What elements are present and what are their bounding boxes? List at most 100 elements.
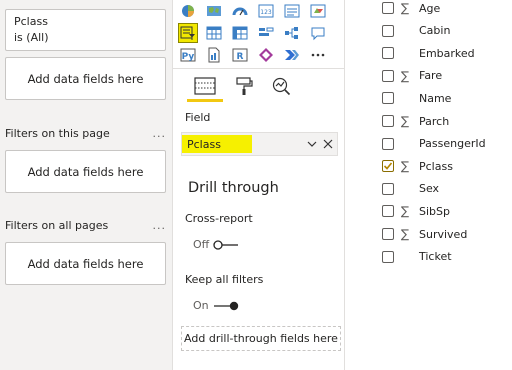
drill-through-title: Drill through [188, 180, 279, 196]
field-name: SibSp [419, 204, 450, 218]
report-filter-drop-zone[interactable]: Add data fields here [5, 242, 166, 285]
drop-zone-label: Add data fields here [27, 256, 144, 271]
pie-chart-icon[interactable] [179, 2, 197, 20]
chevron-down-icon[interactable] [305, 137, 319, 151]
field-name: Cabin [419, 24, 451, 38]
sigma-icon: ∑ [401, 159, 410, 174]
r-visual-icon[interactable]: R [231, 46, 249, 64]
field-checkbox[interactable] [382, 182, 394, 195]
matrix-icon[interactable] [231, 24, 249, 42]
field-row-survived[interactable]: ∑ Survived [345, 223, 512, 245]
sigma-icon: ∑ [401, 68, 410, 83]
field-label: Field [185, 111, 211, 124]
field-checkbox[interactable] [382, 47, 394, 60]
field-name: PassengerId [419, 137, 486, 151]
field-row-embarked[interactable]: Embarked [345, 42, 512, 64]
field-checkbox[interactable] [382, 137, 394, 150]
more-options-icon[interactable]: ... [153, 127, 167, 140]
field-checkbox[interactable] [382, 24, 394, 37]
python-visual-icon[interactable]: Py [179, 46, 197, 64]
table-icon[interactable] [205, 24, 223, 42]
field-checkbox[interactable] [382, 205, 394, 218]
field-checkbox[interactable] [382, 250, 394, 263]
kpi-icon[interactable] [309, 2, 327, 20]
field-row-pclass[interactable]: ∑ Pclass [345, 155, 512, 177]
page-filter-drop-zone[interactable]: Add data fields here [5, 150, 166, 193]
cross-report-label: Cross-report [185, 212, 253, 225]
toggle-state: Off [193, 238, 210, 251]
drop-zone-label: Add data fields here [27, 164, 144, 179]
analytics-tool-icon[interactable] [268, 74, 294, 98]
card-icon[interactable]: 123 [257, 2, 275, 20]
slicer-icon[interactable] [178, 23, 198, 43]
field-row-ticket[interactable]: Ticket [345, 246, 512, 268]
field-row-cabin[interactable]: Cabin [345, 20, 512, 42]
sigma-icon: ∑ [401, 114, 410, 128]
field-checkbox[interactable] [382, 228, 394, 240]
field-row-parch[interactable]: ∑ Parch [345, 110, 512, 132]
field-name: Embarked [419, 46, 475, 60]
drop-zone-label: Add drill-through fields here [184, 332, 338, 345]
active-tab-indicator [187, 99, 223, 102]
keep-filters-label: Keep all filters [185, 273, 264, 286]
sigma-icon: ∑ [401, 204, 410, 219]
drill-through-drop-zone[interactable]: Add drill-through fields here [181, 326, 341, 351]
field-name: Sex [419, 182, 440, 196]
field-row-age[interactable]: ∑ Age [345, 0, 512, 19]
field-row-sex[interactable]: Sex [345, 178, 512, 200]
toggle-state: On [193, 299, 209, 312]
sigma-icon: ∑ [401, 1, 410, 15]
field-name: Survived [419, 227, 468, 241]
format-tool-icon[interactable] [231, 74, 257, 98]
power-automate-icon[interactable] [283, 46, 301, 64]
field-checkbox[interactable] [382, 2, 394, 14]
section-title: Filters on all pages [5, 219, 109, 232]
filter-card-field: Pclass [14, 15, 48, 28]
qa-icon[interactable] [309, 24, 327, 42]
visual-filter-drop-zone[interactable]: Add data fields here [5, 57, 166, 100]
svg-text:123: 123 [260, 9, 272, 16]
fields-pane: ∑ Age Cabin Embarked ∑ Fare Name ∑ Parch Passenge… [344, 0, 512, 370]
filter-card-state: is (All) [14, 31, 49, 44]
paginated-report-icon[interactable] [205, 46, 223, 64]
field-name: Ticket [419, 250, 452, 264]
fields-tool-icon[interactable] [192, 74, 218, 98]
field-name: Age [419, 1, 441, 15]
key-influencers-icon[interactable] [257, 24, 275, 42]
field-row-passengerid[interactable]: PassengerId [345, 133, 512, 155]
visual-gallery: 123 Py R [178, 2, 335, 68]
close-icon[interactable] [321, 137, 335, 151]
divider [173, 68, 344, 69]
field-checkbox[interactable] [382, 92, 394, 105]
filters-pane: Pclass is (All) Add data fields here Fil… [0, 0, 172, 370]
filter-card-pclass[interactable]: Pclass is (All) [5, 9, 166, 51]
field-row-sibsp[interactable]: ∑ SibSp [345, 200, 512, 222]
field-checkbox[interactable] [382, 69, 394, 82]
field-name: Name [419, 91, 452, 105]
field-name: Pclass [419, 159, 453, 173]
svg-text:Py: Py [182, 52, 195, 62]
toggle-off-icon [213, 239, 239, 250]
section-title: Filters on this page [5, 127, 110, 140]
field-row-name[interactable]: Name [345, 87, 512, 109]
visualizations-pane: 123 Py R Field Pclass Drill through Cros… [172, 0, 344, 370]
field-row-fare[interactable]: ∑ Fare [345, 65, 512, 87]
multirow-card-icon[interactable] [283, 2, 301, 20]
gauge-icon[interactable] [231, 2, 249, 20]
field-name: Fare [419, 69, 443, 83]
filters-on-page-header: Filters on this page ... [5, 127, 166, 140]
field-well-pclass[interactable]: Pclass [181, 132, 338, 156]
sigma-icon: ∑ [401, 227, 410, 241]
decomposition-tree-icon[interactable] [283, 24, 301, 42]
power-apps-icon[interactable] [257, 46, 275, 64]
svg-text:R: R [237, 52, 244, 62]
field-well-value: Pclass [187, 137, 221, 151]
more-options-icon[interactable]: ... [153, 219, 167, 232]
field-checkbox[interactable] [382, 160, 394, 173]
more-icon[interactable] [309, 46, 327, 64]
cross-report-toggle[interactable]: Off [193, 238, 239, 251]
field-checkbox[interactable] [382, 115, 394, 127]
filters-on-all-pages-header: Filters on all pages ... [5, 219, 166, 232]
map-icon[interactable] [205, 2, 223, 20]
keep-filters-toggle[interactable]: On [193, 299, 239, 312]
